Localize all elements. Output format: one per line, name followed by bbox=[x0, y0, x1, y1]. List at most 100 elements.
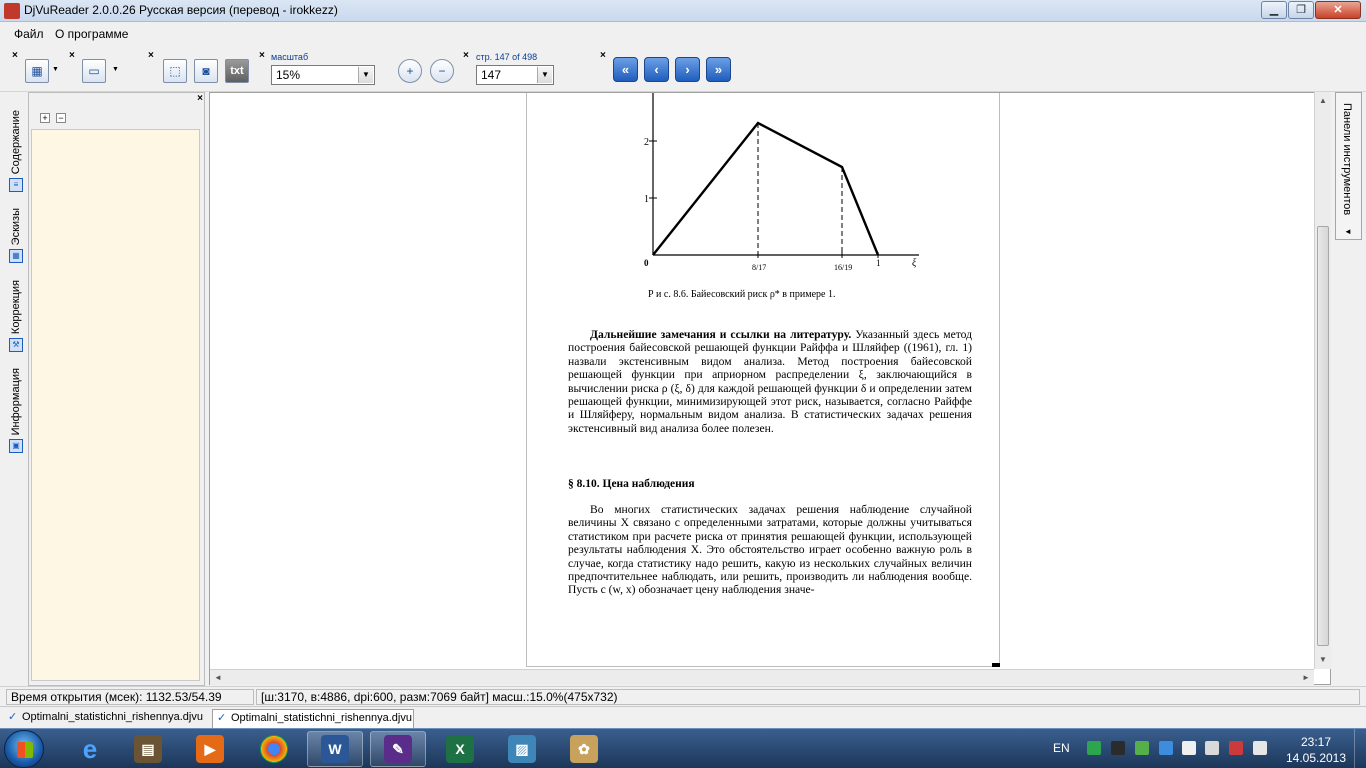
vertical-scrollbar[interactable]: ▲ ▼ bbox=[1314, 92, 1331, 669]
scroll-right-icon[interactable]: ► bbox=[1298, 670, 1314, 686]
excel-icon: X bbox=[446, 735, 474, 763]
toolbars-panel-label: Панели инструментов bbox=[1341, 103, 1353, 216]
tab-correction[interactable]: Коррекция ⚒ bbox=[4, 280, 28, 353]
toolbar-close-icon[interactable]: × bbox=[69, 50, 75, 61]
clock-date: 14.05.2013 bbox=[1285, 751, 1347, 765]
x-axis-label: ξ bbox=[912, 258, 917, 269]
taskbar-app[interactable]: ▤ bbox=[120, 731, 176, 767]
close-button[interactable]: ✕ bbox=[1315, 1, 1361, 19]
menu-about[interactable]: О программе bbox=[55, 27, 128, 41]
page-mode-button[interactable]: ▭ bbox=[82, 59, 106, 83]
security-icon[interactable] bbox=[1159, 741, 1173, 755]
page-corner-mark bbox=[992, 663, 1000, 667]
image-button[interactable]: ◙ bbox=[194, 59, 218, 83]
toolbar-close-icon[interactable]: × bbox=[600, 50, 606, 61]
paragraph-remarks-body: Указанный здесь метод построения байесов… bbox=[568, 328, 972, 435]
toolbar-close-icon[interactable]: × bbox=[12, 50, 18, 61]
sidebar-close-icon[interactable]: × bbox=[197, 93, 203, 104]
menu-bar: Файл О программе bbox=[0, 22, 1366, 46]
chevron-down-icon[interactable]: ▼ bbox=[537, 67, 552, 83]
collapse-all-icon[interactable]: − bbox=[56, 113, 66, 123]
language-indicator[interactable]: EN bbox=[1053, 741, 1070, 755]
device-icon[interactable] bbox=[1205, 741, 1219, 755]
menu-file[interactable]: Файл bbox=[14, 27, 44, 41]
flag-icon[interactable] bbox=[1182, 741, 1196, 755]
taskbar-app[interactable]: e bbox=[62, 731, 118, 767]
zoom-in-icon: + bbox=[406, 64, 414, 78]
toolbar-close-icon[interactable]: × bbox=[259, 50, 265, 61]
check-icon: ✓ bbox=[8, 711, 18, 723]
taskbar-app[interactable]: W bbox=[307, 731, 363, 767]
volume-icon[interactable] bbox=[1253, 741, 1267, 755]
select-area-button[interactable]: ⬚ bbox=[163, 59, 187, 83]
clock[interactable]: 23:17 14.05.2013 bbox=[1284, 734, 1348, 766]
taskbar-app[interactable] bbox=[246, 731, 302, 767]
zoom-in-button[interactable]: + bbox=[398, 59, 422, 83]
y-tick-label: 2 bbox=[644, 137, 649, 148]
next-page-button[interactable]: › bbox=[675, 57, 700, 82]
tab-info[interactable]: Информация ▣ bbox=[4, 368, 28, 454]
tab-contents-label: Содержание bbox=[10, 110, 22, 175]
paragraph-remarks-title: Дальнейшие замечания и ссылки на литерат… bbox=[590, 328, 852, 341]
windows-logo-icon bbox=[17, 742, 33, 758]
y-tick-label: 1 bbox=[644, 194, 649, 205]
sync-icon[interactable] bbox=[1135, 741, 1149, 755]
taskbar-app[interactable]: ▶ bbox=[182, 731, 238, 767]
network-icon[interactable] bbox=[1111, 741, 1125, 755]
taskbar-app[interactable]: ▨ bbox=[494, 731, 550, 767]
image-icon: ◙ bbox=[202, 64, 210, 78]
document-view[interactable]: 2 1 0 8/17 16/19 1 ξ Р и с. 8.6. Байесов… bbox=[209, 92, 1331, 685]
check-icon: ✓ bbox=[217, 712, 227, 724]
minimize-button[interactable]: ▁ bbox=[1261, 1, 1287, 19]
toolbar-close-icon[interactable]: × bbox=[148, 50, 154, 61]
layout-button[interactable]: ▦ bbox=[25, 59, 49, 83]
scroll-down-icon[interactable]: ▼ bbox=[1315, 651, 1331, 668]
doc-tab-label: Optimalni_statistichni_rishennya.djvu bbox=[231, 712, 412, 724]
page-label: стр. 147 of 498 bbox=[476, 52, 538, 62]
left-arrow-icon: ‹ bbox=[654, 62, 659, 77]
toolbar-close-icon[interactable]: × bbox=[463, 50, 469, 61]
first-page-button[interactable]: « bbox=[613, 57, 638, 82]
taskbar-app-djvureader[interactable]: ✎ bbox=[370, 731, 426, 767]
chevron-down-icon[interactable]: ▼ bbox=[358, 67, 373, 83]
contents-tree[interactable] bbox=[31, 129, 200, 681]
horizontal-scrollbar[interactable]: ◄ ► bbox=[210, 669, 1314, 685]
doc-tab-active[interactable]: ✓ Optimalni_statistichni_rishennya.djvu bbox=[212, 709, 414, 728]
page-select[interactable]: 147 ▼ bbox=[476, 65, 554, 85]
zoom-out-icon: − bbox=[438, 64, 446, 78]
expand-all-icon[interactable]: + bbox=[40, 113, 50, 123]
paragraph-observation-cost: Во многих статистических задачах решения… bbox=[568, 503, 972, 597]
maximize-button[interactable]: ❐ bbox=[1288, 1, 1314, 19]
scroll-left-icon[interactable]: ◄ bbox=[210, 670, 226, 686]
scale-select[interactable]: 15% ▼ bbox=[271, 65, 375, 85]
google-drive-icon[interactable] bbox=[1087, 741, 1101, 755]
status-bar: Время открытия (мсек): 1132.53/54.39 [ш:… bbox=[0, 686, 1366, 706]
chrome-icon bbox=[260, 735, 288, 763]
power-icon[interactable] bbox=[1229, 741, 1243, 755]
text-mode-button[interactable]: txt bbox=[225, 59, 249, 83]
show-desktop-button[interactable] bbox=[1354, 729, 1366, 768]
document-page: 2 1 0 8/17 16/19 1 ξ Р и с. 8.6. Байесов… bbox=[526, 93, 1000, 667]
tab-contents[interactable]: Содержание ≡ bbox=[4, 110, 28, 193]
doc-tab[interactable]: ✓ Optimalni_statistichni_rishennya.djvu bbox=[4, 709, 208, 728]
right-arrow-icon: › bbox=[685, 62, 690, 77]
last-page-button[interactable]: » bbox=[706, 57, 731, 82]
sidebar-panel: × + − bbox=[28, 92, 205, 686]
zoom-out-button[interactable]: − bbox=[430, 59, 454, 83]
toolbar: × ▦ ▼ × ▭ ▼ × ⬚ ◙ txt × масштаб 15% ▼ + … bbox=[0, 46, 1366, 92]
start-button[interactable] bbox=[4, 730, 44, 768]
chevron-down-icon[interactable]: ▼ bbox=[52, 66, 59, 73]
taskbar-app[interactable]: X bbox=[432, 731, 488, 767]
x-tick-label: 1 bbox=[876, 258, 881, 268]
doc-tab-label: Optimalni_statistichni_rishennya.djvu bbox=[22, 711, 203, 723]
taskbar-app[interactable]: ✿ bbox=[556, 731, 612, 767]
djvureader-icon: ✎ bbox=[384, 735, 412, 763]
scroll-thumb[interactable] bbox=[1317, 226, 1329, 646]
toolbars-panel-tab[interactable]: Панели инструментов ◄ bbox=[1335, 92, 1362, 240]
app-icon bbox=[4, 3, 20, 19]
scroll-up-icon[interactable]: ▲ bbox=[1315, 92, 1331, 109]
chevron-down-icon[interactable]: ▼ bbox=[112, 66, 119, 73]
tab-thumbnails[interactable]: Эскизы ▦ bbox=[4, 208, 28, 264]
prev-page-button[interactable]: ‹ bbox=[644, 57, 669, 82]
layout-icon: ▦ bbox=[31, 64, 43, 78]
